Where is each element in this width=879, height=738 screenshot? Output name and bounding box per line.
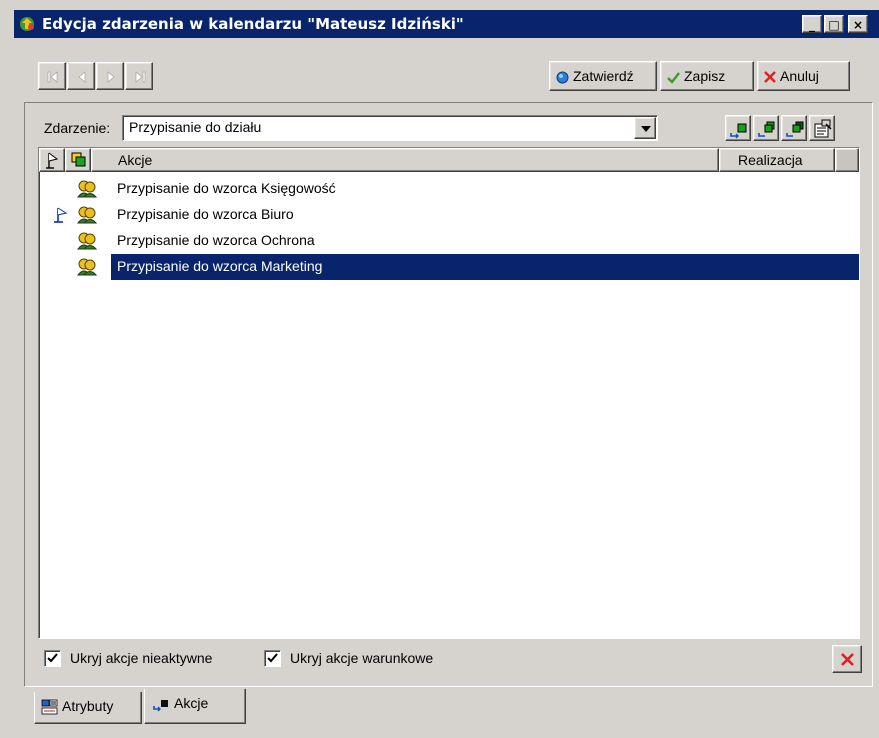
save-button[interactable]: Zapisz <box>660 61 754 91</box>
prev-icon <box>78 71 86 83</box>
checkmark-icon <box>267 653 278 663</box>
header-filler <box>835 148 859 172</box>
close-icon: × <box>852 18 864 32</box>
add-action-icon <box>730 123 747 139</box>
users-icon <box>77 180 97 198</box>
dialog-window: Zatwierdź Zapisz Anuluj Zdarzenie: Przyp… <box>14 38 879 738</box>
properties-button[interactable] <box>809 115 835 141</box>
actions-grid: Akcje Realizacja Przypisanie do wzorca K… <box>38 147 860 639</box>
hide-inactive-checkbox[interactable] <box>44 650 61 667</box>
checkmark-icon <box>47 653 58 663</box>
event-select[interactable]: Przypisanie do działu <box>122 115 658 141</box>
hide-conditional-label[interactable]: Ukryj akcje warunkowe <box>290 650 433 666</box>
cancel-label: Anuluj <box>780 68 819 84</box>
flag-icon <box>54 207 68 223</box>
realization-column-label: Realizacja <box>738 152 803 168</box>
users-icon <box>77 206 97 224</box>
minimize-button[interactable]: _ <box>802 15 822 33</box>
cross-icon <box>764 71 776 84</box>
users-icon <box>77 232 97 250</box>
grid-header: Akcje Realizacja <box>39 148 859 172</box>
table-row[interactable]: Przypisanie do wzorca Biuro <box>39 202 859 228</box>
delete-icon <box>841 653 854 666</box>
first-record-button[interactable] <box>38 62 66 90</box>
row-text: Przypisanie do wzorca Ochrona <box>117 232 315 248</box>
table-row[interactable]: Przypisanie do wzorca Ochrona <box>39 228 859 254</box>
users-icon <box>77 258 97 276</box>
next-record-button[interactable] <box>96 62 124 90</box>
tab-akcje-label: Akcje <box>174 695 209 711</box>
maximize-icon: □ <box>828 18 840 32</box>
table-row[interactable]: Przypisanie do wzorca Księgowość <box>39 176 859 202</box>
table-row-selected[interactable]: Przypisanie do wzorca Marketing <box>39 254 859 280</box>
tab-atrybuty-label: Atrybuty <box>62 698 114 714</box>
globe-icon <box>556 71 569 84</box>
save-label: Zapisz <box>684 68 726 84</box>
first-icon <box>47 71 58 83</box>
copy-action-icon <box>758 121 775 137</box>
next-icon <box>107 71 115 83</box>
actions-column-label: Akcje <box>118 152 153 168</box>
event-value: Przypisanie do działu <box>129 119 262 135</box>
row-text: Przypisanie do wzorca Księgowość <box>117 180 336 196</box>
properties-icon <box>814 119 832 138</box>
cancel-button[interactable]: Anuluj <box>757 61 850 91</box>
event-label: Zdarzenie: <box>44 120 111 136</box>
actions-column-header[interactable]: Akcje <box>91 148 719 172</box>
link-action-icon <box>786 121 804 137</box>
dropdown-button[interactable] <box>634 117 656 139</box>
tab-akcje[interactable]: Akcje <box>144 689 246 724</box>
hide-conditional-checkbox[interactable] <box>264 650 281 667</box>
add-action-icon <box>153 700 168 712</box>
row-text: Przypisanie do wzorca Marketing <box>111 254 859 280</box>
title-bar[interactable]: Edycja zdarzenia w kalendarzu "Mateusz I… <box>14 10 879 38</box>
close-button[interactable]: × <box>848 15 868 33</box>
app-icon <box>20 17 34 31</box>
chevron-down-icon <box>641 126 651 132</box>
confirm-button[interactable]: Zatwierdź <box>549 61 657 91</box>
realization-column-header[interactable]: Realizacja <box>719 148 835 172</box>
minimize-icon: _ <box>809 18 815 32</box>
confirm-label: Zatwierdź <box>573 68 634 84</box>
maximize-button[interactable]: □ <box>824 15 844 33</box>
tab-atrybuty[interactable]: Atrybuty <box>34 692 142 724</box>
add-action-button[interactable] <box>725 115 751 141</box>
copy-icon <box>71 152 86 167</box>
flag-column-header[interactable] <box>39 148 65 172</box>
copy-action-button[interactable] <box>753 115 779 141</box>
window-title: Edycja zdarzenia w kalendarzu "Mateusz I… <box>42 15 464 33</box>
hide-inactive-label[interactable]: Ukryj akcje nieaktywne <box>70 650 212 666</box>
flag-icon <box>46 152 59 169</box>
type-column-header[interactable] <box>65 148 91 172</box>
attributes-icon <box>41 699 58 715</box>
check-icon <box>667 72 680 84</box>
last-record-button[interactable] <box>125 62 153 90</box>
previous-record-button[interactable] <box>67 62 95 90</box>
delete-action-button[interactable] <box>832 645 862 673</box>
row-text: Przypisanie do wzorca Biuro <box>117 206 294 222</box>
last-icon <box>135 71 146 83</box>
link-action-button[interactable] <box>781 115 807 141</box>
